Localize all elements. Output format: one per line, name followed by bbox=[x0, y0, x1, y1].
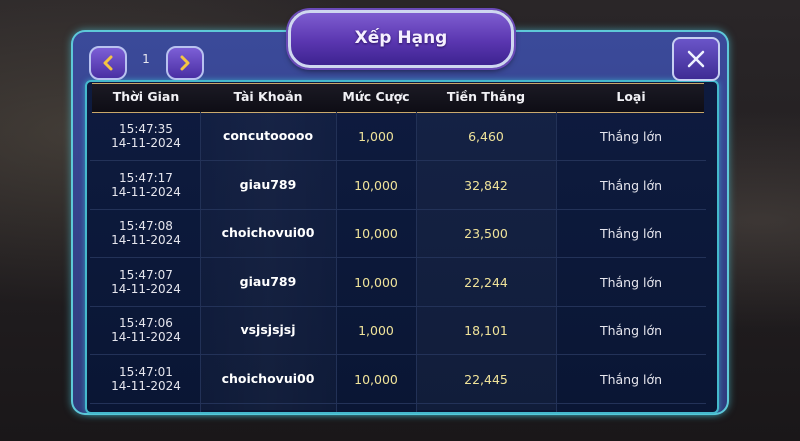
row-account: giau789 bbox=[239, 176, 297, 192]
row-type: Thắng lớn bbox=[599, 226, 663, 241]
row-time: 15:47:17 bbox=[119, 170, 173, 185]
row-win: 22,445 bbox=[464, 371, 508, 387]
page-number: 1 bbox=[142, 52, 150, 66]
row-bet: 1,000 bbox=[358, 129, 394, 144]
prev-page-button[interactable] bbox=[89, 46, 127, 80]
row-time: 15:47:08 bbox=[119, 219, 173, 233]
row-time: 15:47:01 bbox=[119, 364, 173, 379]
row-time: 15:47:06 bbox=[119, 316, 173, 330]
row-bet: 10,000 bbox=[354, 274, 398, 290]
row-win: 22,244 bbox=[464, 274, 508, 290]
header-time: Thời Gian bbox=[112, 89, 180, 104]
row-win: 18,101 bbox=[464, 323, 508, 338]
row-type: Thắng lớn bbox=[599, 323, 663, 338]
row-bet: 10,000 bbox=[354, 226, 398, 241]
row-time: 15:47:07 bbox=[119, 267, 173, 282]
row-date: 14-11-2024 bbox=[111, 233, 181, 247]
row-time: 15:47:35 bbox=[119, 122, 173, 136]
row-win: 6,460 bbox=[468, 129, 504, 144]
dialog-title: Xếp Hạng bbox=[354, 28, 448, 48]
row-type: Thắng lớn bbox=[599, 129, 663, 144]
chevron-left-icon bbox=[103, 55, 113, 71]
row-win: 23,500 bbox=[464, 226, 508, 241]
header-win: Tiền Thắng bbox=[446, 89, 526, 104]
row-account: choichovui00 bbox=[221, 225, 315, 240]
close-icon bbox=[687, 50, 705, 68]
row-account: concutooooo bbox=[222, 128, 314, 143]
row-bet: 1,000 bbox=[358, 323, 394, 338]
row-bet: 10,000 bbox=[354, 371, 398, 387]
row-type: Thắng lớn bbox=[599, 371, 663, 387]
row-date: 14-11-2024 bbox=[111, 378, 181, 393]
close-button[interactable] bbox=[672, 37, 720, 81]
header-bet: Mức Cược bbox=[342, 89, 410, 104]
row-account: choichovui00 bbox=[221, 370, 315, 386]
row-type: Thắng lớn bbox=[599, 177, 663, 193]
chevron-right-icon bbox=[180, 55, 190, 71]
header-account: Tài Khoản bbox=[233, 89, 303, 104]
header-type: Loại bbox=[616, 89, 646, 104]
row-bet: 10,000 bbox=[354, 177, 398, 193]
row-date: 14-11-2024 bbox=[111, 281, 181, 296]
row-date: 14-11-2024 bbox=[111, 136, 181, 150]
row-date: 14-11-2024 bbox=[111, 330, 181, 344]
row-account: vsjsjsjsj bbox=[240, 322, 296, 337]
row-win: 32,842 bbox=[464, 177, 508, 193]
row-date: 14-11-2024 bbox=[111, 184, 181, 199]
row-account: giau789 bbox=[239, 273, 297, 289]
row-type: Thắng lớn bbox=[599, 274, 663, 290]
next-page-button[interactable] bbox=[166, 46, 204, 80]
